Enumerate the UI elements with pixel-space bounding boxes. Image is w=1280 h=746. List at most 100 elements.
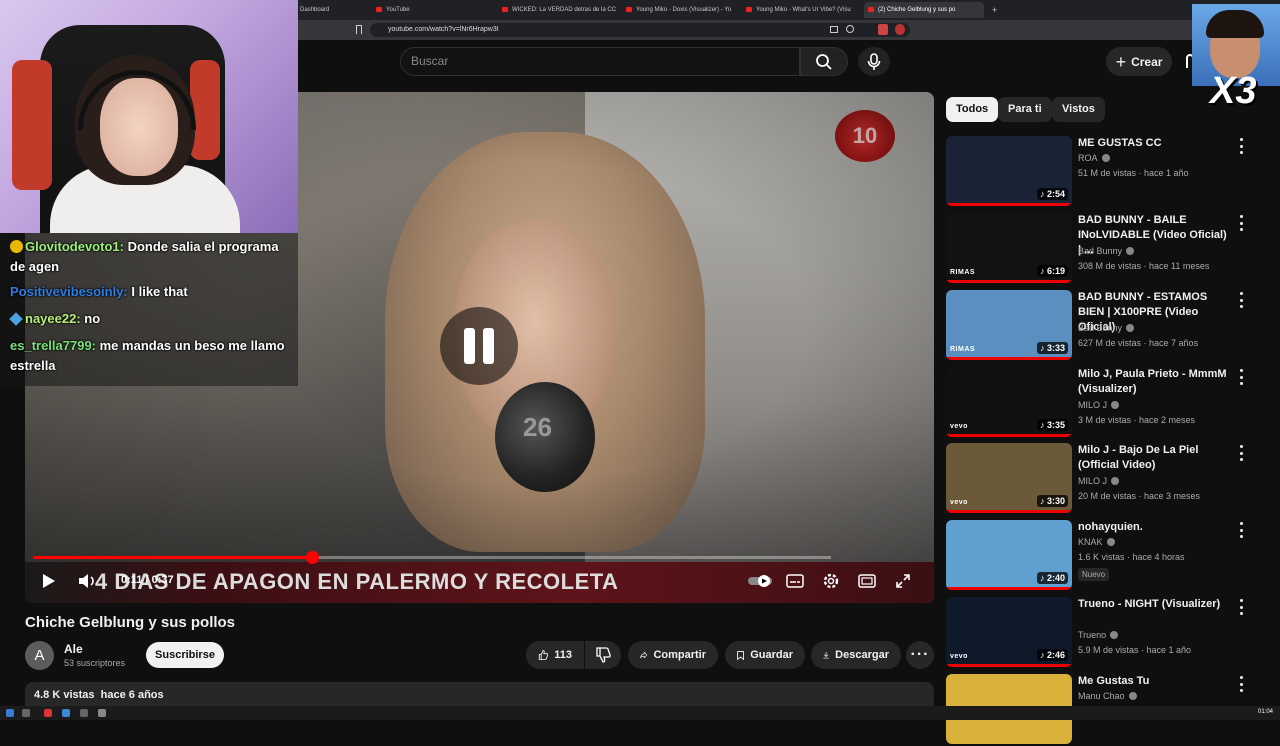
tab-dashboard[interactable]: Dashboard [296,2,366,18]
chip-vistos[interactable]: Vistos [1052,97,1105,122]
verified-check-icon [1111,401,1120,409]
chip-para-ti[interactable]: Para ti [998,97,1052,122]
zoom-icon[interactable] [846,25,854,33]
recommendation-title[interactable]: Milo J - Bajo De La Piel (Official Video… [1078,443,1228,473]
more-vert-icon[interactable] [1237,522,1245,538]
tab-title: Young Miko - Doxis (Visualizer) - Yo [636,7,732,13]
thumbnail-brand: RIMAS [950,269,976,276]
theater-mode-button[interactable] [857,571,877,591]
start-icon[interactable] [6,709,14,717]
video-thumbnail[interactable]: RIMAS ♪ 3:33 [946,290,1072,360]
recommendation-channel[interactable]: Trueno [1078,630,1119,640]
more-vert-icon[interactable] [1237,138,1245,154]
more-vert-icon[interactable] [1237,676,1245,692]
search-input[interactable]: Buscar [400,47,800,76]
time-display: 0:11 / 0:37 [121,574,174,586]
video-thumbnail[interactable]: vevo ♪ 2:46 [946,597,1072,667]
taskbar-app-icon[interactable] [62,709,70,717]
more-vert-icon[interactable] [1237,445,1245,461]
subtitles-button[interactable] [785,571,805,591]
tab-wicked[interactable]: WICKED: La VERDAD detras de la CC [498,2,618,18]
recommendation-channel[interactable]: Manu Chao [1078,691,1137,701]
bookmark-icon[interactable] [356,25,362,34]
channel-name: Bad Bunny [1078,323,1123,333]
like-count: 113 [554,649,572,661]
recommendation-item[interactable]: vevo ♪ 3:35 Milo J, Paula Prieto - MmmM (V… [946,367,1266,439]
dislike-button[interactable] [585,641,621,669]
recommendation-item[interactable]: vevo ♪ 2:46 Trueno - NIGHT (Visualizer) Tru… [946,597,1266,669]
create-label: Crear [1131,54,1163,69]
subscribe-button[interactable]: Suscribirse [146,642,224,668]
extension-icon[interactable] [878,24,888,35]
recommendation-title[interactable]: Milo J, Paula Prieto - MmmM (Visualizer) [1078,367,1228,397]
recommendation-item[interactable]: RIMAS ♪ 6:19 BAD BUNNY - BAILE INoLVIDABLE… [946,213,1266,285]
more-vert-icon[interactable] [1237,369,1245,385]
recommendation-item[interactable]: ♪ 2:54 ME GUSTAS CC ROA 51 M de vistas · ha… [946,136,1266,208]
video-thumbnail[interactable]: ♪ 2:40 [946,520,1072,590]
channel-avatar[interactable]: A [25,641,54,670]
taskbar-app-icon[interactable] [22,709,30,717]
search-button[interactable] [800,47,848,76]
duration-badge: ♪ 3:33 [1036,342,1068,354]
tab-youtube[interactable]: YouTube [372,2,492,18]
recommendation-channel[interactable]: MILO J [1078,400,1120,410]
autoplay-toggle[interactable] [747,571,773,591]
create-button[interactable]: + Crear [1106,47,1172,76]
fullscreen-button[interactable] [893,571,913,591]
taskbar-app-icon[interactable] [98,709,106,717]
more-vert-icon[interactable] [1237,599,1245,615]
thumbs-down-icon [596,647,611,663]
recommendation-channel[interactable]: ROA [1078,153,1110,163]
pause-overlay-button[interactable] [440,307,518,385]
recommendation-item[interactable]: ♪ 2:40 nohayquien. KNAK 1.6 K vistas · hace… [946,520,1266,592]
subtitles-icon [786,574,804,588]
settings-button[interactable] [821,571,841,591]
taskbar-app-icon[interactable] [44,709,52,717]
voice-search-button[interactable] [858,47,890,76]
video-thumbnail[interactable]: ♪ 2:54 [946,136,1072,206]
chip-todos[interactable]: Todos [946,97,999,122]
recommendation-title[interactable]: Trueno - NIGHT (Visualizer) [1078,597,1228,612]
recommendation-title[interactable]: nohayquien. [1078,520,1228,535]
recommendation-title[interactable]: ME GUSTAS CC [1078,136,1228,151]
channel-name: Bad Bunny [1078,246,1123,256]
tab-young-miko-doxis[interactable]: Young Miko - Doxis (Visualizer) - Yo [622,2,738,18]
video-thumbnail[interactable]: vevo ♪ 3:30 [946,443,1072,513]
volume-button[interactable] [77,571,99,591]
recommendation-channel[interactable]: Bad Bunny [1078,246,1135,256]
thumbnail-brand: vevo [950,499,968,506]
verified-check-icon [1101,154,1110,162]
recommendation-channel[interactable]: KNAK [1078,537,1115,547]
volume-icon [79,574,94,588]
webcam-hair [1206,10,1264,38]
new-tab-button[interactable]: + [988,2,1002,18]
verified-check-icon [1128,692,1137,700]
more-actions-button[interactable]: ··· [906,641,934,669]
video-thumbnail[interactable]: vevo ♪ 3:35 [946,367,1072,437]
recommendation-title[interactable]: Me Gustas Tu [1078,674,1228,689]
taskbar-app-icon[interactable] [80,709,88,717]
recommendation-item[interactable]: RIMAS ♪ 3:33 BAD BUNNY - ESTAMOS BIEN | X1… [946,290,1266,362]
url-field[interactable]: youtube.com/watch?v=lNr6Hrapw3I [370,23,910,37]
recommendation-channel[interactable]: MILO J [1078,476,1120,486]
multiplier-overlay: X3 [1210,70,1257,112]
progress-bar[interactable] [33,551,831,564]
channel-name[interactable]: Ale [64,642,83,656]
download-label: Descargar [835,649,889,661]
save-button[interactable]: Guardar [725,641,805,669]
shield-icon[interactable] [895,24,905,35]
like-button[interactable]: 113 [526,641,584,669]
tab-young-miko-vibe[interactable]: Young Miko - What's Ur Vibe? (Visu [742,2,858,18]
share-button[interactable]: Compartir [628,641,718,669]
fullscreen-icon [896,574,910,588]
recommendation-channel[interactable]: Bad Bunny [1078,323,1135,333]
download-button[interactable]: Descargar [811,641,901,669]
recommendation-item[interactable]: vevo ♪ 3:30 Milo J - Bajo De La Piel (Offi… [946,443,1266,515]
cast-icon[interactable] [830,26,838,33]
watched-progress [946,434,1072,437]
more-vert-icon[interactable] [1237,215,1245,231]
play-button[interactable] [39,571,59,591]
video-thumbnail[interactable]: RIMAS ♪ 6:19 [946,213,1072,283]
more-vert-icon[interactable] [1237,292,1245,308]
tab-chiche-gelblung[interactable]: (2) Chiche Gelblung y sus po [864,2,984,18]
